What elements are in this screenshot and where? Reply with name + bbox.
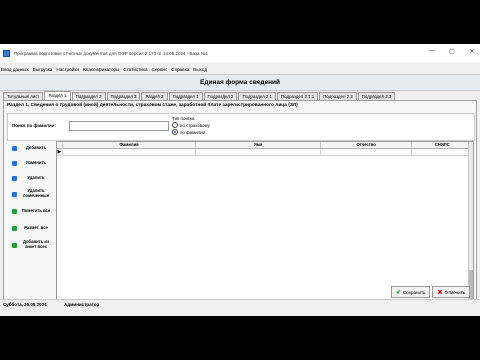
tab-title-page[interactable]: Титульный лист	[3, 92, 44, 100]
window-title: Программа подготовки отчетных документов…	[14, 51, 209, 56]
mark-all-label: Пометить все	[21, 207, 51, 213]
app-icon	[3, 50, 10, 57]
cell-surname[interactable]	[63, 149, 196, 155]
mark-all-icon	[12, 208, 17, 214]
save-button[interactable]: ✔ Сохранить	[391, 286, 431, 298]
tab-section-1[interactable]: Раздел 1	[44, 91, 71, 100]
status-bar: Суббота, 25.05.2024 Администратор	[0, 299, 480, 316]
search-label: Поиск по фамилии:	[12, 123, 56, 128]
minimize-button[interactable]: —	[428, 48, 436, 55]
menu-settings[interactable]: Настройки	[56, 67, 79, 72]
tab-subsection-2-2[interactable]: Подраздел 2	[203, 92, 238, 100]
radio-button[interactable]	[172, 122, 178, 128]
edit-button[interactable]: Изменить	[8, 156, 54, 170]
unmark-all-button[interactable]: Размет. все	[8, 220, 54, 236]
search-type-group: Тип поиска по страховому по фамилии	[172, 116, 210, 135]
column-header-patronymic[interactable]: Отчество	[321, 142, 413, 148]
title-bar: Программа подготовки отчетных документов…	[0, 44, 480, 63]
cancel-label: Отменить	[444, 289, 465, 295]
vertical-scrollbar[interactable]	[468, 142, 473, 306]
delete-marked-icon	[12, 191, 17, 197]
save-label: Сохранить	[403, 289, 426, 295]
cell-patronymic[interactable]	[321, 149, 413, 155]
radio-label: по фамилии	[180, 129, 206, 135]
menu-help[interactable]: Справка	[171, 67, 189, 72]
menu-service[interactable]: Сервис	[152, 67, 168, 72]
column-header-name[interactable]: Имя	[196, 142, 322, 148]
add-label: Добавить	[25, 144, 47, 150]
menu-exit[interactable]: Выход	[193, 67, 207, 72]
checkmark-icon: ✔	[396, 289, 402, 296]
column-header-surname[interactable]: Фамилия	[63, 142, 196, 148]
table-header: Фамилия Имя Отчество СНИЛС	[57, 142, 473, 149]
tab-subsection-2-2-2[interactable]: Подраздел 2.2	[319, 92, 357, 100]
cancel-button[interactable]: ✖ Отменить	[432, 286, 470, 298]
form-title: Единая форма сведений	[0, 74, 480, 91]
action-bar: ✔ Сохранить ✖ Отменить	[391, 286, 470, 298]
section-title: Раздел 1. Сведения о трудовой (иной) дея…	[7, 103, 298, 108]
unmark-all-icon	[12, 225, 17, 231]
add-from-forms-icon	[12, 242, 17, 248]
radio-button-selected[interactable]	[172, 129, 178, 135]
radio-label: по страховому	[180, 122, 210, 128]
edit-icon	[12, 160, 17, 166]
add-icon	[12, 145, 17, 151]
search-input[interactable]	[69, 121, 169, 131]
column-header-snils[interactable]: СНИЛС	[412, 142, 473, 148]
table-row[interactable]: ▶	[57, 149, 473, 156]
tab-subsection-2[interactable]: Подраздел 2	[71, 92, 106, 100]
cell-snils[interactable]	[412, 149, 473, 155]
status-date: Суббота, 25.05.2024	[3, 302, 47, 307]
maximize-button[interactable]: ▢	[448, 48, 456, 55]
mark-all-button[interactable]: Пометить все	[8, 203, 54, 219]
menu-data-entry[interactable]: Ввод данных	[1, 67, 29, 72]
status-user: Администратор	[64, 302, 100, 307]
search-type-label: Тип поиска	[172, 116, 195, 121]
close-button[interactable]: ✕	[468, 48, 476, 55]
add-from-forms-button[interactable]: Добавить из анкет всех	[8, 237, 54, 253]
tab-subsection-2-1[interactable]: Подраздел 1	[168, 92, 203, 100]
app-window: Программа подготовки отчетных документов…	[0, 44, 480, 316]
delete-marked-button[interactable]: Удалить помеченные	[8, 186, 54, 202]
cell-name[interactable]	[196, 149, 322, 155]
menu-classifiers[interactable]: Классификаторы	[83, 67, 119, 72]
delete-button[interactable]: Удалить	[8, 171, 54, 185]
side-button-panel: Добавить Изменить Удалить Удалить помече…	[8, 141, 54, 254]
search-panel: Поиск по фамилии: Тип поиска по страхово…	[7, 113, 475, 141]
radio-by-insurance[interactable]: по страховому	[172, 122, 210, 128]
tab-strip: Титульный лист Раздел 1 Подраздел 2 Подр…	[3, 91, 396, 100]
tab-section-2[interactable]: Раздел 2	[141, 92, 168, 100]
tab-subsection-2-2-1-1[interactable]: Подраздел 2.1.1	[277, 92, 319, 100]
tab-subsection-2-2-1[interactable]: Подраздел 2.1	[238, 92, 276, 100]
menu-statistics[interactable]: Статистика	[123, 67, 147, 72]
radio-by-surname[interactable]: по фамилии	[172, 129, 210, 135]
persons-table[interactable]: Фамилия Имя Отчество СНИЛС ▶	[56, 141, 474, 307]
add-button[interactable]: Добавить	[8, 141, 54, 155]
unmark-all-label: Размет. все	[24, 224, 48, 230]
delete-marked-label: Удалить помеченные	[22, 188, 50, 198]
add-from-forms-label: Добавить из анкет всех	[22, 239, 50, 249]
tab-content: Раздел 1. Сведения о трудовой (иной) дея…	[3, 100, 477, 310]
tab-subsection-3[interactable]: Подраздел 3	[106, 92, 141, 100]
menu-bar: Ввод данных Выгрузка Настройки Классифик…	[0, 65, 480, 73]
menu-export[interactable]: Выгрузка	[33, 67, 53, 72]
edit-label: Изменить	[25, 159, 47, 165]
delete-icon	[12, 175, 17, 181]
delete-label: Удалить	[27, 174, 45, 180]
cross-icon: ✖	[437, 289, 443, 296]
tab-subsection-2-2-3[interactable]: Подраздел 2.3	[357, 92, 396, 100]
